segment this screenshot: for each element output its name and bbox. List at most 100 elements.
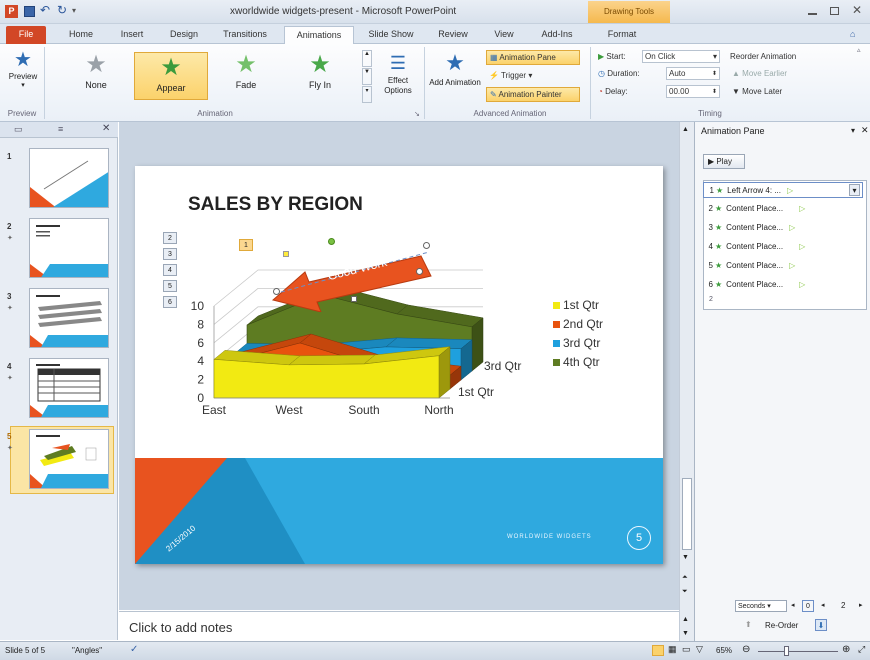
- scroll-up-icon[interactable]: ▲: [682, 126, 689, 133]
- notes-scroll-down-icon[interactable]: ▼: [682, 630, 689, 637]
- restore-icon[interactable]: [830, 7, 839, 15]
- seconds-dropdown[interactable]: Seconds ▾: [735, 600, 787, 612]
- previous-slide-icon[interactable]: ⏶: [682, 574, 688, 582]
- next-slide-icon[interactable]: ⏷: [682, 588, 688, 596]
- slide-canvas[interactable]: SALES BY REGION 23456 1 0 2 4 6 8 10 East West S…: [135, 166, 663, 564]
- zoom-slider[interactable]: [758, 646, 838, 656]
- add-animation-button[interactable]: ★ Add Animation: [428, 48, 482, 106]
- fit-to-window-icon[interactable]: ⤢: [858, 644, 865, 655]
- gallery-more-icon[interactable]: ▾: [362, 86, 372, 103]
- customize-qat-icon[interactable]: ▾: [72, 6, 76, 15]
- tab-slide-show[interactable]: Slide Show: [360, 26, 422, 44]
- timeline-prev-icon[interactable]: ◂: [791, 601, 795, 609]
- animation-item[interactable]: 2 ★ Content Place... ▷: [703, 201, 863, 217]
- resize-handle-icon[interactable]: [416, 268, 423, 275]
- move-later-button[interactable]: ▼ Move Later: [732, 87, 782, 96]
- tab-format[interactable]: Format: [594, 26, 650, 44]
- slide-page-number: 5: [627, 526, 651, 550]
- slide-thumbnail-4[interactable]: [29, 358, 109, 418]
- resize-handle-icon[interactable]: [273, 288, 280, 295]
- tab-view[interactable]: View: [484, 26, 524, 44]
- scroll-thumb[interactable]: [682, 478, 692, 550]
- delay-input[interactable]: 00.00 ⬍: [666, 85, 720, 98]
- tab-transitions[interactable]: Transitions: [214, 26, 276, 44]
- duration-input[interactable]: Auto ⬍: [666, 67, 720, 80]
- slide-thumbnail-1[interactable]: [29, 148, 109, 208]
- minimize-icon[interactable]: [808, 13, 817, 15]
- tab-design[interactable]: Design: [162, 26, 206, 44]
- undo-icon[interactable]: ↶: [40, 3, 50, 17]
- vertical-scrollbar[interactable]: ▲ ▼ ⏶ ⏷ ▲ ▼: [679, 122, 694, 641]
- normal-view-icon[interactable]: [652, 645, 664, 656]
- timeline-next-icon[interactable]: ◂: [821, 601, 825, 609]
- trigger-button[interactable]: ⚡ Trigger ▾: [489, 69, 532, 84]
- adjust-handle-icon[interactable]: [283, 251, 289, 257]
- rotation-handle-icon[interactable]: [328, 238, 335, 245]
- animation-painter-button[interactable]: ✎ Animation Painter: [486, 87, 580, 102]
- add-animation-star-icon: ★: [445, 50, 465, 75]
- tab-add-ins[interactable]: Add-Ins: [532, 26, 582, 44]
- slides-tab-icon[interactable]: ▭: [14, 124, 23, 135]
- pane-close-icon[interactable]: ✕: [861, 125, 869, 136]
- animation-fade-button[interactable]: ★ Fade: [216, 50, 276, 102]
- good-work-arrow[interactable]: Good Work: [271, 238, 439, 313]
- preview-button[interactable]: ★ Preview ▾: [8, 48, 38, 104]
- slide-thumbnail-3[interactable]: [29, 288, 109, 348]
- zoom-slider-thumb[interactable]: [784, 646, 789, 656]
- reorder-up-icon[interactable]: ⬆: [745, 620, 752, 629]
- legend-label: 1st Qtr: [563, 298, 600, 312]
- animation-none-button[interactable]: ★ None: [66, 50, 126, 102]
- gallery-scroll-down-icon[interactable]: ▼: [362, 68, 372, 85]
- zoom-out-icon[interactable]: ⊖: [742, 644, 750, 655]
- animation-item[interactable]: 5 ★ Content Place... ▷: [703, 258, 863, 274]
- redo-icon[interactable]: ↻: [57, 3, 67, 17]
- zoom-in-icon[interactable]: ⊕: [842, 644, 850, 655]
- reading-view-icon[interactable]: ▭: [682, 644, 691, 655]
- item-dropdown-icon[interactable]: ▾: [849, 184, 860, 196]
- outline-tab-icon[interactable]: ≡: [58, 124, 63, 134]
- pane-options-icon[interactable]: ▾: [851, 126, 855, 135]
- slide-number: 3: [7, 292, 12, 301]
- tab-animations[interactable]: Animations: [284, 26, 354, 44]
- animation-item[interactable]: 4 ★ Content Place... ▷: [703, 239, 863, 255]
- play-button[interactable]: ▶ Play: [703, 154, 745, 169]
- close-panel-icon[interactable]: ✕: [102, 123, 110, 134]
- animation-item[interactable]: 1 ★ Left Arrow 4: ... ▷ ▾: [703, 182, 863, 198]
- notes-scroll-up-icon[interactable]: ▲: [682, 616, 689, 623]
- effect-options-button[interactable]: ☰ Effect Options: [376, 50, 420, 102]
- help-icon[interactable]: ⌂: [850, 29, 855, 39]
- gallery-scroll-up-icon[interactable]: ▲: [362, 50, 372, 67]
- start-dropdown[interactable]: On Click ▾: [642, 50, 720, 63]
- animation-item[interactable]: 6 ★ Content Place... ▷: [703, 277, 863, 293]
- tab-file[interactable]: File: [6, 26, 46, 44]
- tab-review[interactable]: Review: [430, 26, 476, 44]
- timeline-forward-icon[interactable]: ▸: [859, 601, 863, 609]
- zoom-level[interactable]: 65%: [716, 646, 732, 655]
- start-label: ▶ Start:: [598, 52, 626, 61]
- animation-appear-button[interactable]: ★ Appear: [134, 52, 208, 100]
- close-window-icon[interactable]: ✕: [852, 3, 862, 17]
- slide-sorter-view-icon[interactable]: ▦: [668, 644, 677, 655]
- scroll-down-icon[interactable]: ▼: [682, 554, 689, 561]
- slide-number: 4: [7, 362, 12, 371]
- animation-pane-button[interactable]: ▦ Animation Pane: [486, 50, 580, 65]
- save-icon[interactable]: [24, 6, 35, 17]
- slide-thumbnail-5[interactable]: [29, 429, 109, 489]
- resize-handle-icon[interactable]: [423, 242, 430, 249]
- collapse-ribbon-icon[interactable]: ▵: [857, 46, 861, 54]
- adjust-handle-icon[interactable]: [351, 296, 357, 302]
- move-earlier-button[interactable]: ▲ Move Earlier: [732, 69, 787, 78]
- spell-check-icon[interactable]: ✓: [130, 644, 138, 655]
- animation-item-number: 5: [708, 261, 713, 270]
- duration-icon: ◷: [598, 69, 605, 78]
- none-star-icon: ★: [85, 51, 107, 78]
- reorder-down-icon[interactable]: ⬇: [815, 619, 827, 631]
- animation-fly-in-button[interactable]: ★ Fly In: [290, 50, 350, 102]
- tab-home[interactable]: Home: [60, 26, 102, 44]
- slide-thumbnail-2[interactable]: [29, 218, 109, 278]
- slideshow-view-icon[interactable]: ▽: [696, 644, 703, 655]
- notes-pane[interactable]: Click to add notes: [119, 611, 685, 641]
- animation-dialog-launcher-icon[interactable]: ↘: [414, 110, 420, 118]
- animation-item[interactable]: 3 ★ Content Place... ▷: [703, 220, 863, 236]
- tab-insert[interactable]: Insert: [112, 26, 152, 44]
